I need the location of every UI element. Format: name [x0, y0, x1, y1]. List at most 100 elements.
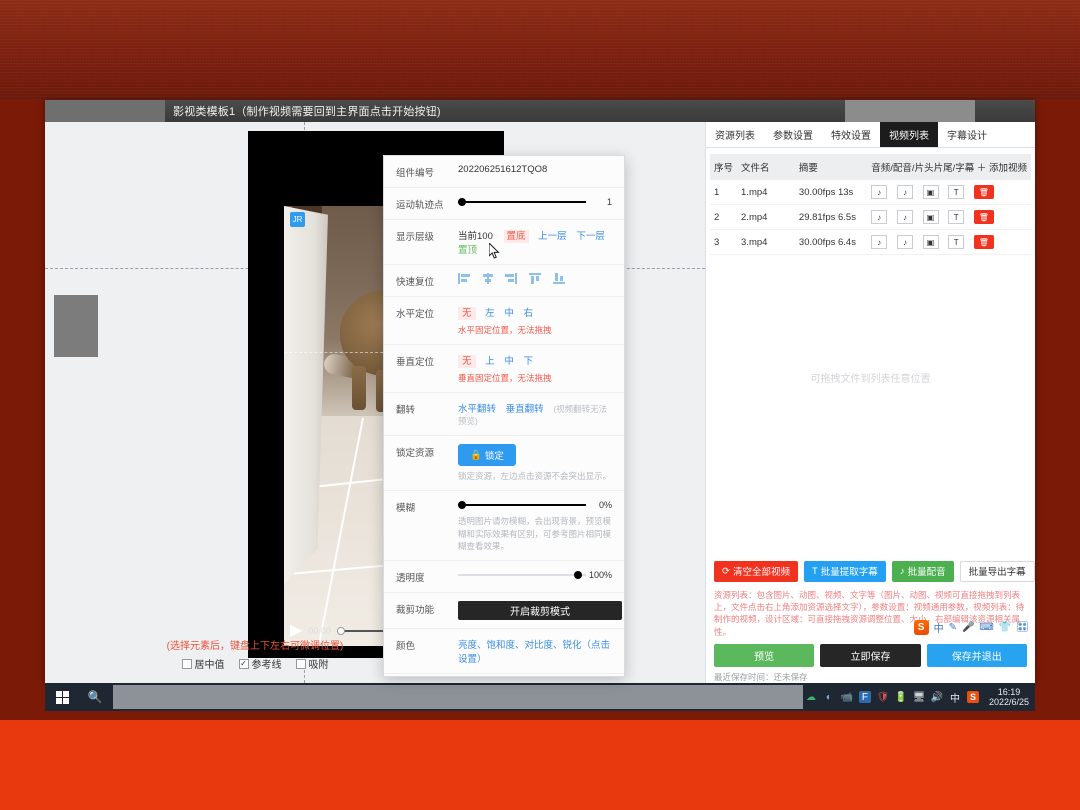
delete-icon[interactable]: 🗑 — [973, 185, 994, 200]
intro-outro-icon[interactable]: ▣ — [922, 210, 939, 225]
v-align-top-option[interactable]: 上 — [485, 356, 495, 367]
h-align-right-option[interactable]: 右 — [523, 308, 533, 319]
bring-forward-link[interactable]: 上一层 — [538, 231, 567, 242]
dubbing-icon[interactable]: ♪ — [896, 235, 913, 250]
align-top-icon[interactable] — [528, 273, 541, 284]
checkbox-guides[interactable]: ✓ 参考线 — [238, 656, 282, 671]
canvas-asset-placeholder[interactable] — [54, 295, 98, 357]
sogou-tray-icon[interactable]: S — [966, 691, 979, 703]
batch-extract-subtitles-button[interactable]: T 批量提取字幕 — [803, 560, 886, 582]
bring-to-front-link[interactable]: 置顶 — [458, 245, 477, 256]
search-icon[interactable]: 🔍 — [79, 683, 111, 711]
playback-knob[interactable] — [336, 627, 345, 635]
motion-point-value: 1 — [606, 197, 612, 207]
shield-icon[interactable]: 🛡 — [877, 691, 890, 703]
f-app-icon[interactable]: F — [858, 691, 871, 703]
checkbox-box-checked[interactable]: ✓ — [238, 658, 249, 669]
ime-microphone-icon[interactable]: 🎤 — [962, 622, 974, 633]
blur-value: 0% — [598, 500, 612, 511]
tab-parameter-settings[interactable]: 参数设置 — [764, 122, 822, 147]
slider-track[interactable] — [458, 201, 586, 203]
enable-crop-mode-button[interactable]: 开启裁剪模式 — [458, 601, 622, 621]
sogou-logo-icon[interactable]: S — [913, 620, 929, 635]
flip-vertical-link[interactable]: 垂直翻转 — [506, 404, 544, 415]
opacity-slider[interactable]: 100% — [458, 569, 612, 581]
h-align-none-option[interactable]: 无 — [458, 307, 476, 320]
taskbar-window-button[interactable] — [113, 685, 803, 709]
header-actions[interactable]: 音频/配音/片头片尾/字幕 ＋ 添加视频 — [867, 154, 1031, 180]
ime-language-indicator[interactable]: 中 — [949, 691, 961, 705]
dubbing-icon[interactable]: ♪ — [896, 185, 913, 199]
align-bottom-icon[interactable] — [552, 273, 565, 284]
batch-export-subtitles-button[interactable]: 批量导出字幕 — [959, 560, 1035, 582]
align-center-icon[interactable] — [482, 273, 494, 284]
motion-point-slider[interactable]: 1 — [458, 196, 612, 208]
cloud-icon[interactable]: ☁ — [805, 691, 817, 703]
ime-skin-icon[interactable]: 👕 — [999, 622, 1011, 633]
taskbar-clock[interactable]: 16:19 2022/6/25 — [985, 687, 1029, 707]
subtitle-icon[interactable]: T — [948, 235, 965, 250]
row-actions[interactable]: ♪ ♪ ▣ T 🗑 — [867, 204, 1031, 231]
h-align-left-option[interactable]: 左 — [485, 308, 495, 319]
audio-icon[interactable]: ♪ — [871, 185, 888, 199]
ime-toolbox-icon[interactable]: 🎛 — [1016, 622, 1029, 633]
delete-icon[interactable]: 🗑 — [973, 210, 994, 225]
lock-button[interactable]: 🔒 锁定 — [458, 444, 516, 466]
tab-resource-list[interactable]: 资源列表 — [706, 122, 764, 147]
ime-keyboard-icon[interactable]: ⌨ — [979, 622, 993, 633]
table-row[interactable]: 3 3.mp4 30.00fps 6.4s ♪ ♪ ▣ T 🗑 — [710, 229, 1031, 256]
start-button[interactable] — [45, 683, 79, 711]
checkbox-snap[interactable]: 吸附 — [295, 656, 329, 671]
align-left-icon[interactable] — [458, 273, 470, 284]
table-row[interactable]: 1 1.mp4 30.00fps 13s ♪ ♪ ▣ T 🗑 — [710, 180, 1031, 206]
display-icon[interactable]: 🖥 — [913, 691, 926, 703]
camera-icon[interactable]: 📹 — [841, 691, 853, 703]
checkbox-box[interactable] — [181, 658, 192, 669]
row-actions[interactable]: ♪ ♪ ▣ T 🗑 — [867, 180, 1031, 206]
save-now-button[interactable]: 立即保存 — [820, 644, 921, 667]
table-row[interactable]: 2 2.mp4 29.81fps 6.5s ♪ ♪ ▣ T 🗑 — [710, 204, 1031, 231]
v-align-middle-option[interactable]: 中 — [504, 356, 514, 367]
tab-effect-settings[interactable]: 特效设置 — [822, 122, 880, 147]
row-actions[interactable]: ♪ ♪ ▣ T 🗑 — [867, 229, 1031, 256]
intro-outro-icon[interactable]: ▣ — [922, 185, 939, 199]
slider-track[interactable] — [458, 504, 586, 507]
desktop-screen: 影视类模板1（制作视频需要回到主界面点击开始按钮) JR ▶ 00:00 (选择… — [0, 0, 1080, 720]
dubbing-icon[interactable]: ♪ — [896, 210, 913, 225]
battery-icon[interactable]: 🔋 — [895, 691, 907, 703]
h-align-center-option[interactable]: 中 — [504, 308, 514, 319]
ime-pen-icon[interactable]: ✎ — [949, 622, 957, 633]
color-settings-link[interactable]: 亮度、饱和度、对比度、锐化（点击设置） — [458, 640, 610, 665]
flip-horizontal-link[interactable]: 水平翻转 — [458, 404, 496, 415]
save-and-exit-button[interactable]: 保存并退出 — [926, 644, 1027, 667]
subtitle-icon[interactable]: T — [948, 185, 965, 199]
tab-subtitle-design[interactable]: 字幕设计 — [938, 122, 996, 147]
ime-language-icon[interactable]: 中 — [934, 620, 944, 635]
slider-knob[interactable] — [458, 501, 466, 510]
audio-icon[interactable]: ♪ — [871, 235, 888, 250]
volume-icon[interactable]: 🔊 — [931, 691, 943, 703]
align-right-icon[interactable] — [505, 273, 518, 284]
audio-icon[interactable]: ♪ — [871, 210, 888, 225]
v-align-bottom-option[interactable]: 下 — [523, 356, 533, 367]
checkbox-box[interactable] — [295, 658, 306, 669]
send-backward-link[interactable]: 下一层 — [576, 231, 605, 242]
element-properties-dialog[interactable]: 组件编号 202206251612TQO8 运动轨迹点 1 显示层级 当前100… — [383, 155, 625, 677]
clear-all-videos-button[interactable]: ⟳ 清空全部视频 — [714, 560, 798, 582]
subtitle-icon[interactable]: T — [948, 210, 965, 225]
slider-knob[interactable] — [574, 571, 582, 580]
contrast-icon[interactable]: ◐ — [823, 691, 835, 703]
tab-video-list[interactable]: 视频列表 — [880, 122, 938, 147]
intro-outro-icon[interactable]: ▣ — [922, 235, 939, 250]
slider-knob[interactable] — [458, 198, 466, 206]
blur-slider[interactable]: 0% — [458, 499, 612, 511]
checkbox-label: 参考线 — [251, 660, 282, 671]
send-to-back-link[interactable]: 置底 — [503, 230, 529, 243]
delete-icon[interactable]: 🗑 — [973, 235, 994, 250]
slider-track[interactable] — [458, 574, 586, 577]
v-align-none-option[interactable]: 无 — [458, 355, 476, 368]
checkbox-center[interactable]: 居中值 — [181, 656, 225, 671]
batch-dubbing-button[interactable]: ♪ 批量配音 — [891, 560, 954, 582]
ime-toolbar[interactable]: S 中 ✎ 🎤 ⌨ 👕 🎛 — [913, 620, 1029, 635]
preview-button[interactable]: 预览 — [714, 644, 815, 667]
